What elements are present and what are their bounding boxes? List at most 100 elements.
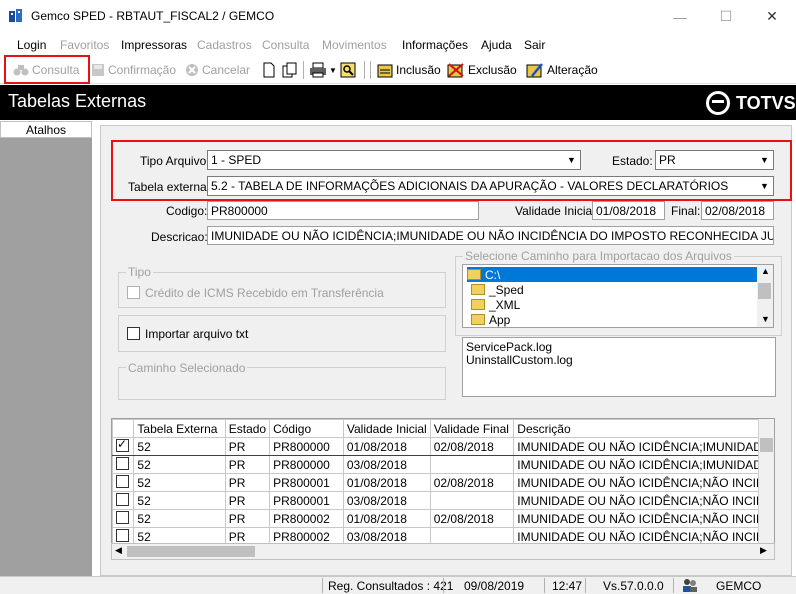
consulta-highlight — [4, 55, 90, 84]
tree-node-xml[interactable]: _XML — [471, 297, 520, 312]
cancelar-button[interactable]: Cancelar — [185, 60, 250, 80]
final-field[interactable]: 02/08/2018 — [701, 201, 774, 220]
menu-login[interactable]: Login — [17, 38, 46, 52]
table-row[interactable]: 52 PR PR800000 03/08/2018 IMUNIDADE OU N… — [112, 455, 774, 474]
delete-record-icon — [447, 63, 464, 78]
table-row[interactable]: 52 PR PR800001 03/08/2018 IMUNIDADE OU N… — [112, 491, 774, 510]
cell-estado: PR — [224, 473, 271, 492]
row-checkbox[interactable] — [116, 456, 129, 470]
grid-header-codigo[interactable]: Código — [269, 419, 344, 438]
menu-consulta[interactable]: Consulta — [262, 38, 309, 52]
sidebar-title[interactable]: Atalhos — [0, 121, 92, 138]
final-label: Final: — [671, 204, 701, 218]
exclusao-button[interactable]: Exclusão — [447, 60, 517, 80]
grid-horizontal-scrollbar[interactable]: ◀ ▶ — [111, 543, 775, 560]
chevron-left-icon[interactable]: ◀ — [115, 545, 122, 556]
confirmacao-button[interactable]: Confirmação — [91, 60, 176, 80]
cell-descricao: IMUNIDADE OU NÃO ICIDÊNCIA;NÃO INCID — [513, 509, 774, 528]
cell-validade-inicial: 01/08/2018 — [342, 473, 431, 492]
row-checkbox[interactable] — [116, 474, 129, 488]
cell-validade-inicial: 01/08/2018 — [342, 509, 431, 528]
status-time: 12:47 — [552, 579, 583, 593]
menu-favoritos[interactable]: Favoritos — [60, 38, 109, 52]
row-checkbox[interactable] — [116, 528, 129, 542]
alteracao-button[interactable]: Alteração — [526, 60, 598, 80]
menu-bar: Login Favoritos Impressoras Cadastros Co… — [0, 35, 796, 55]
chevron-right-icon[interactable]: ▶ — [760, 545, 767, 556]
status-bar: Reg. Consultados : 421 09/08/2019 12:47 … — [0, 576, 796, 594]
grid-header-descricao[interactable]: Descrição — [513, 419, 774, 438]
table-row[interactable]: 52 PR PR800001 01/08/2018 02/08/2018 IMU… — [112, 473, 774, 492]
row-checkbox[interactable] — [116, 492, 129, 506]
cell-tabela: 52 — [133, 491, 226, 510]
print-button[interactable]: ▼ — [309, 60, 337, 80]
page-header: Tabelas Externas TOTVS — [0, 85, 796, 120]
codigo-field[interactable]: PR800000 — [207, 201, 479, 220]
scrollbar-thumb[interactable] — [127, 546, 255, 557]
menu-informacoes[interactable]: Informações — [402, 38, 468, 52]
folder-icon — [471, 299, 485, 310]
status-reg-consultados: Reg. Consultados : 421 — [328, 579, 454, 593]
inclusao-button[interactable]: Inclusão — [377, 60, 441, 80]
cell-validade-final — [429, 455, 515, 474]
menu-cadastros[interactable]: Cadastros — [197, 38, 252, 52]
filter-highlight — [111, 140, 792, 201]
grid-header-validade-final[interactable]: Validade Final — [429, 419, 515, 438]
validade-inicial-label: Validade Inicial: — [515, 204, 599, 218]
file-list[interactable]: ServicePack.log UninstallCustom.log — [462, 337, 776, 397]
grid-vertical-scrollbar[interactable] — [758, 419, 774, 544]
printer-icon — [310, 62, 326, 78]
copy-button[interactable] — [282, 60, 298, 80]
row-checkbox[interactable] — [116, 510, 129, 524]
table-row[interactable]: 52 PR PR800000 01/08/2018 02/08/2018 IMU… — [112, 437, 774, 456]
descricao-field[interactable]: IMUNIDADE OU NÃO ICIDÊNCIA;IMUNIDADE OU … — [207, 226, 774, 245]
credito-icms-checkbox[interactable] — [127, 286, 140, 299]
totvs-logo-icon — [706, 91, 730, 115]
table-row[interactable]: 52 PR PR800002 01/08/2018 02/08/2018 IMU… — [112, 509, 774, 528]
chevron-up-icon[interactable]: ▲ — [761, 266, 770, 276]
close-button[interactable]: ✕ — [749, 0, 795, 33]
folder-icon — [471, 314, 485, 325]
importar-txt-checkbox[interactable] — [127, 327, 140, 340]
results-grid[interactable]: Tabela Externa Estado Código Validade In… — [111, 418, 775, 560]
status-version: Vs.57.0.0.0 — [603, 579, 664, 593]
cell-descricao: IMUNIDADE OU NÃO ICIDÊNCIA;IMUNIDADE — [513, 437, 774, 456]
file-item[interactable]: UninstallCustom.log — [466, 353, 573, 367]
menu-sair[interactable]: Sair — [524, 38, 545, 52]
magnifier-icon — [340, 62, 356, 78]
grid-header-validade-inicial[interactable]: Validade Inicial — [342, 419, 431, 438]
menu-movimentos[interactable]: Movimentos — [322, 38, 387, 52]
menu-impressoras[interactable]: Impressoras — [121, 38, 187, 52]
new-document-button[interactable] — [262, 60, 276, 80]
row-checkbox[interactable] — [116, 438, 129, 452]
cancel-icon — [186, 64, 198, 76]
codigo-label: Codigo: — [166, 204, 208, 218]
scrollbar-thumb[interactable] — [758, 283, 771, 299]
chevron-down-icon[interactable]: ▼ — [761, 314, 770, 324]
folder-icon — [471, 284, 485, 295]
cell-codigo: PR800000 — [269, 437, 344, 456]
menu-ajuda[interactable]: Ajuda — [481, 38, 512, 52]
folder-tree[interactable]: C:\ _Sped _XML App ▲ ▼ — [462, 264, 774, 328]
tipo-group-title: Tipo — [126, 265, 153, 279]
tree-node-app[interactable]: App — [471, 312, 510, 327]
scrollbar-thumb[interactable] — [760, 438, 773, 452]
cell-tabela: 52 — [133, 437, 226, 456]
cell-validade-inicial: 03/08/2018 — [342, 455, 431, 474]
tree-node-sped[interactable]: _Sped — [471, 282, 524, 297]
search-settings-button[interactable] — [340, 60, 356, 80]
tree-scrollbar[interactable]: ▲ ▼ — [757, 265, 773, 327]
grid-header-tabela[interactable]: Tabela Externa — [133, 419, 226, 438]
minimize-button[interactable]: — — [657, 0, 703, 33]
grid-header-estado[interactable]: Estado — [224, 419, 271, 438]
validade-inicial-field[interactable]: 01/08/2018 — [592, 201, 665, 220]
window-title: Gemco SPED - RBTAUT_FISCAL2 / GEMCO — [31, 9, 275, 23]
edit-record-icon — [526, 63, 543, 78]
file-item[interactable]: ServicePack.log — [466, 340, 552, 354]
status-date: 09/08/2019 — [464, 579, 525, 593]
cell-validade-final: 02/08/2018 — [429, 473, 515, 492]
copy-icon — [282, 62, 297, 78]
maximize-button[interactable]: ☐ — [703, 0, 749, 33]
cell-validade-inicial: 03/08/2018 — [342, 491, 431, 510]
tree-node-c-drive[interactable]: C:\ — [467, 267, 759, 282]
